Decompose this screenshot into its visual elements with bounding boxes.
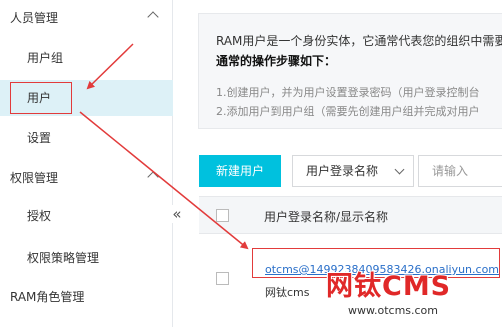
sidebar-group-permissions[interactable]: 权限管理 bbox=[0, 160, 173, 196]
user-display-name: 网钛cms bbox=[265, 286, 310, 299]
watermark-url: www.otcms.com bbox=[348, 304, 439, 317]
sidebar-group-people[interactable]: 人员管理 bbox=[0, 0, 173, 36]
sidebar-item-label: 授权 bbox=[27, 209, 52, 223]
sidebar-item-user-groups[interactable]: 用户组 bbox=[0, 40, 173, 76]
sidebar-group-ram-roles-label: RAM角色管理 bbox=[10, 290, 85, 304]
sidebar-item-label: 权限策略管理 bbox=[27, 251, 100, 265]
collapse-icon[interactable]: « bbox=[170, 205, 184, 223]
sidebar-item-label: 设置 bbox=[27, 131, 52, 145]
annotation-highlight-box bbox=[10, 82, 72, 114]
table-header: 用户登录名称/显示名称 bbox=[199, 196, 502, 234]
chevron-up-icon bbox=[147, 171, 159, 183]
info-description: RAM用户是一个身份实体，它通常代表您的组织中需要 bbox=[216, 34, 502, 48]
chevron-down-icon bbox=[394, 164, 405, 175]
search-field-select[interactable]: 用户登录名称 bbox=[292, 155, 414, 187]
sidebar-item-authorization[interactable]: 授权 bbox=[0, 198, 173, 234]
search-input[interactable]: 请输入 bbox=[418, 155, 502, 187]
sidebar-item-settings[interactable]: 设置 bbox=[0, 120, 173, 156]
sidebar: 人员管理 用户组 用户 设置 权限管理 授权 权限策略管理 RAM角色管理 bbox=[0, 0, 173, 327]
column-header-login-name: 用户登录名称/显示名称 bbox=[264, 210, 389, 224]
info-steps-title: 通常的操作步骤如下： bbox=[216, 54, 337, 68]
search-field-label: 用户登录名称 bbox=[306, 164, 379, 178]
sidebar-item-policy-management[interactable]: 权限策略管理 bbox=[0, 240, 173, 276]
select-all-checkbox[interactable] bbox=[216, 209, 229, 222]
new-user-button[interactable]: 新建用户 bbox=[199, 155, 281, 187]
sidebar-group-people-label: 人员管理 bbox=[10, 11, 59, 25]
sidebar-group-ram-roles[interactable]: RAM角色管理 bbox=[0, 279, 173, 315]
watermark: 网钛CMS www.otcms.com bbox=[326, 264, 502, 327]
sidebar-item-label: 用户组 bbox=[27, 51, 64, 65]
info-step-1: 1.创建用户，并为用户设置登录密码（用户登录控制台 bbox=[216, 86, 480, 99]
row-checkbox[interactable] bbox=[216, 272, 229, 285]
chevron-up-icon bbox=[147, 11, 159, 23]
info-panel: RAM用户是一个身份实体，它通常代表您的组织中需要 通常的操作步骤如下： 1.创… bbox=[198, 13, 502, 129]
info-step-2: 2.添加用户到用户组（需要先创建用户组并完成对用户 bbox=[216, 105, 480, 118]
watermark-brand: 网钛CMS bbox=[326, 271, 452, 302]
sidebar-group-permissions-label: 权限管理 bbox=[10, 171, 59, 185]
